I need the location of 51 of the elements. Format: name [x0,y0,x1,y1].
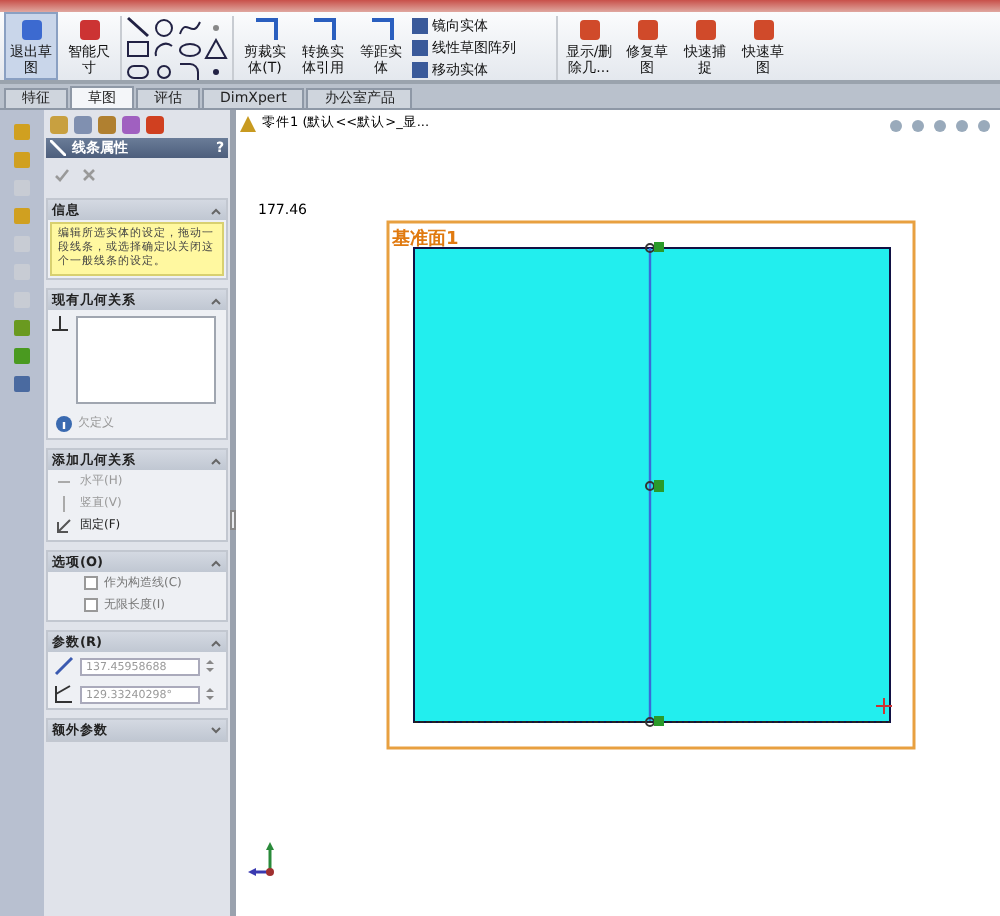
fix-icon [56,517,72,533]
fillet-icon[interactable] [178,60,202,82]
rectangle-icon[interactable] [126,38,150,60]
spline-icon[interactable] [178,16,202,38]
circle-icon[interactable] [152,16,176,38]
line-icon [50,140,66,156]
panel-tab-icon[interactable] [96,114,118,136]
line-icon[interactable] [126,16,150,38]
ellipse-icon[interactable] [178,38,202,60]
collapse-icon[interactable] [210,455,222,465]
panel-tab-icon[interactable] [144,114,166,136]
tool-icon [633,16,661,44]
splitter-handle[interactable] [230,510,236,530]
slot-icon[interactable] [126,60,150,82]
relations-list[interactable] [76,316,216,404]
tool-icon [251,16,279,44]
panel-tab-icon[interactable] [72,114,94,136]
tool-icon [575,16,603,44]
collapse-icon[interactable] [210,205,222,215]
confirm-icon[interactable] [54,167,70,181]
axis-triad-icon [248,842,274,876]
spin-icon[interactable] [206,686,214,702]
spin-icon[interactable] [206,658,214,674]
close-icon[interactable] [82,167,96,181]
perpendicular-icon [52,316,68,332]
tool-icon [309,16,337,44]
collapse-icon[interactable] [210,295,222,305]
tool-icon [691,16,719,44]
length-icon [54,656,74,676]
expand-icon[interactable] [210,725,222,735]
dimension-icon [75,16,103,44]
plane-label: 基准面1 [392,226,459,252]
angle-icon [54,684,74,704]
triangle-icon[interactable] [204,38,228,60]
arc-icon[interactable] [152,38,176,60]
sketch-origin-icon [875,697,893,715]
sketch-point[interactable] [645,716,664,727]
panel-tab-icon[interactable] [120,114,142,136]
tool-icon [367,16,395,44]
tool-icon [749,16,777,44]
circle-icon[interactable] [152,60,176,82]
info-icon [56,415,72,431]
sketch-point[interactable] [645,480,664,492]
collapse-icon[interactable] [210,557,222,567]
checkbox[interactable] [84,598,98,612]
sketch-point[interactable] [645,242,664,253]
checkbox[interactable] [84,576,98,590]
panel-tab-icon[interactable] [48,114,70,136]
sketch-icon [17,16,45,44]
part-icon [240,115,256,131]
collapse-icon[interactable] [210,637,222,647]
